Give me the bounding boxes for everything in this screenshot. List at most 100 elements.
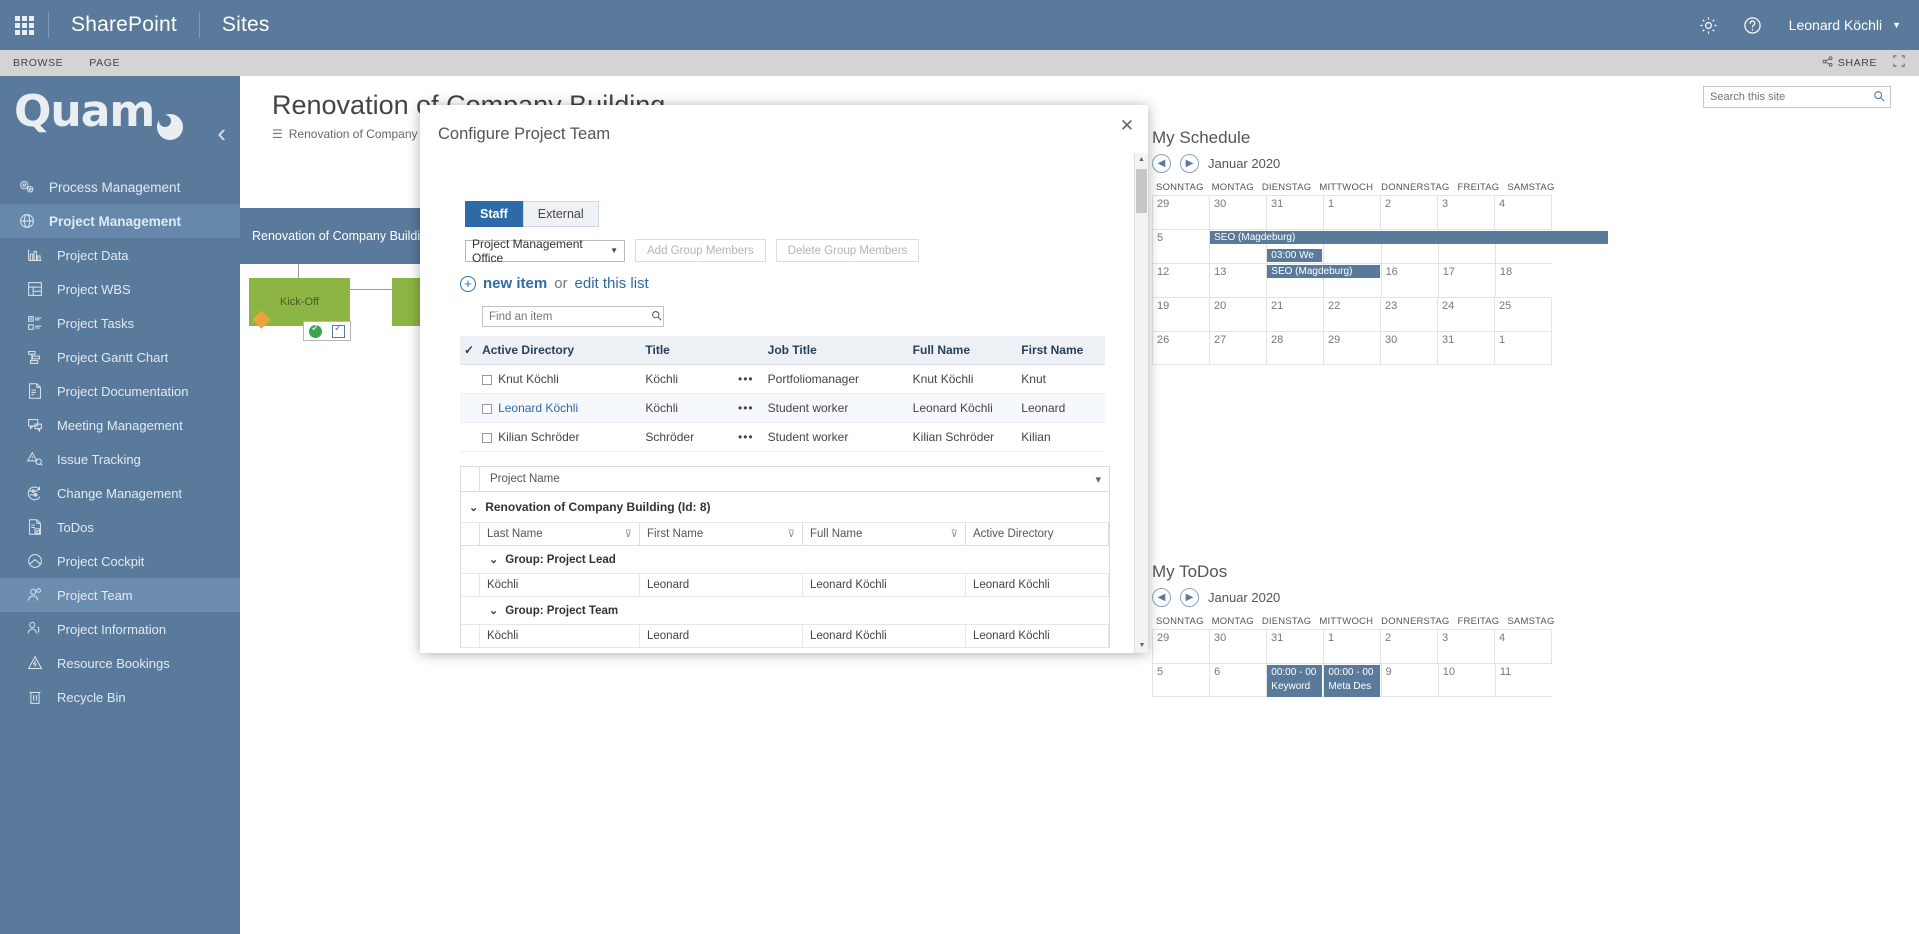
ribbon-tab-browse[interactable]: BROWSE — [0, 57, 76, 69]
calendar-event[interactable]: 00:00 - 00 Keyword — [1267, 665, 1322, 697]
edit-this-list-link[interactable]: edit this list — [575, 275, 649, 292]
sidebar-item-project-tasks[interactable]: Project Tasks — [0, 306, 240, 340]
sidebar-item-project-data[interactable]: Project Data — [0, 238, 240, 272]
sidebar-item-process-management[interactable]: Process Management — [0, 170, 240, 204]
ellipsis-cell[interactable]: ••• — [734, 394, 764, 423]
grid-column-header[interactable]: Active Directory — [966, 523, 1109, 545]
calendar-day-cell[interactable]: 3 — [1437, 195, 1494, 229]
calendar-day-cell[interactable]: 2 — [1380, 195, 1437, 229]
sidebar-item-project-documentation[interactable]: Project Documentation — [0, 374, 240, 408]
grid-data-row[interactable]: KöchliLeonardLeonard KöchliLeonard Köchl… — [461, 625, 1109, 648]
filter-icon[interactable]: ⊽ — [788, 529, 795, 540]
search-icon[interactable] — [649, 310, 663, 324]
calendar-day-cell[interactable]: 12 — [1152, 263, 1209, 297]
scroll-down-icon[interactable]: ▼ — [1135, 639, 1149, 653]
find-item-box[interactable] — [482, 306, 664, 327]
scroll-up-icon[interactable]: ▲ — [1135, 153, 1148, 167]
active-directory-cell[interactable]: Kilian Schröder — [478, 423, 641, 452]
calendar-day-cell[interactable]: 30 — [1209, 195, 1266, 229]
sidebar-item-recycle-bin[interactable]: Recycle Bin — [0, 680, 240, 714]
column-header[interactable]: Full Name — [909, 336, 1018, 365]
calendar-day-cell[interactable]: 31 — [1437, 331, 1494, 365]
sites-link[interactable]: Sites — [200, 0, 292, 50]
sidebar-item-resource-bookings[interactable]: Resource Bookings — [0, 646, 240, 680]
tab-staff[interactable]: Staff — [465, 201, 523, 227]
calendar-event[interactable]: 03:00 We — [1267, 249, 1322, 262]
row-checkbox[interactable] — [482, 375, 492, 385]
sidebar-item-project-gantt-chart[interactable]: Project Gantt Chart — [0, 340, 240, 374]
calendar-day-cell[interactable]: 23 — [1380, 297, 1437, 331]
arrow-right-icon[interactable]: ▶ — [1180, 588, 1199, 607]
active-directory-name[interactable]: Leonard Köchli — [498, 401, 578, 415]
sidebar-item-change-management[interactable]: Change Management — [0, 476, 240, 510]
select-all-checkbox[interactable]: ✓ — [460, 336, 478, 365]
calendar-day-cell[interactable]: 27 — [1209, 331, 1266, 365]
calendar-day-cell[interactable]: 5 — [1152, 663, 1209, 697]
grid-group-header[interactable]: ⌄Group: Project Lead — [461, 546, 1109, 574]
row-checkbox[interactable] — [482, 404, 492, 414]
search-input[interactable] — [1704, 91, 1868, 103]
diagram-header-node[interactable]: Renovation of Company Building — [240, 208, 445, 264]
tab-external[interactable]: External — [523, 201, 599, 227]
calendar-day-cell[interactable]: 4 — [1494, 195, 1552, 229]
calendar-day-cell[interactable]: 4 — [1494, 629, 1552, 663]
sidebar-item-project-management[interactable]: Project Management — [0, 204, 240, 238]
calendar-day-cell[interactable]: 11 — [1495, 663, 1552, 697]
search-icon[interactable] — [1868, 90, 1890, 105]
calendar-day-cell[interactable]: 13 — [1209, 263, 1266, 297]
new-item-link[interactable]: new item — [483, 275, 547, 292]
active-directory-cell[interactable]: Leonard Köchli — [478, 394, 641, 423]
calendar-day-cell[interactable]: 25 — [1494, 297, 1552, 331]
calendar-day-cell[interactable]: 10 — [1438, 663, 1495, 697]
calendar-day-cell[interactable]: 29 — [1323, 331, 1380, 365]
calendar-day-cell[interactable]: 26 — [1152, 331, 1209, 365]
plus-circle-icon[interactable]: + — [460, 276, 476, 292]
filter-icon[interactable]: ⊽ — [625, 529, 632, 540]
delete-group-members-button[interactable]: Delete Group Members — [776, 239, 920, 262]
close-icon[interactable]: ✕ — [1116, 115, 1138, 137]
calendar-day-cell[interactable]: 30 — [1209, 629, 1266, 663]
arrow-left-icon[interactable]: ◀ — [1152, 154, 1171, 173]
brand-logo[interactable]: Quam ‹ — [0, 76, 240, 156]
calendar-day-cell[interactable]: 19 — [1152, 297, 1209, 331]
calendar-day-cell[interactable]: 1 — [1494, 331, 1552, 365]
diagram-status-box[interactable] — [303, 321, 351, 341]
column-header[interactable]: Active Directory — [478, 336, 641, 365]
calendar-day-cell[interactable]: 22 — [1323, 297, 1380, 331]
calendar-day-cell[interactable]: 18 — [1495, 263, 1552, 297]
table-row[interactable]: Leonard KöchliKöchli•••Student workerLeo… — [460, 394, 1105, 423]
column-header[interactable]: Title — [641, 336, 734, 365]
chevron-down-icon[interactable]: ⌄ — [489, 604, 498, 617]
scroll-thumb[interactable] — [1136, 169, 1147, 213]
calendar-day-cell[interactable]: 6 — [1209, 663, 1266, 697]
calendar-event[interactable]: 00:00 - 00 Meta Des — [1324, 665, 1379, 697]
ribbon-tab-page[interactable]: PAGE — [76, 57, 133, 69]
grid-group-header[interactable]: ⌄Group: Project Team — [461, 597, 1109, 625]
sidebar-item-project-wbs[interactable]: Project WBS — [0, 272, 240, 306]
calendar-day-cell[interactable]: 1 — [1323, 195, 1380, 229]
chevron-left-icon[interactable]: ‹ — [217, 120, 226, 146]
app-launcher-icon[interactable] — [0, 0, 48, 50]
share-button[interactable]: SHARE — [1822, 56, 1877, 70]
user-name[interactable]: Leonard Köchli — [1775, 17, 1892, 33]
active-directory-cell[interactable]: Knut Köchli — [478, 365, 641, 394]
calendar-day-cell[interactable]: 24 — [1437, 297, 1494, 331]
table-row[interactable]: Kilian SchröderSchröder•••Student worker… — [460, 423, 1105, 452]
calendar-day-cell[interactable]: 17 — [1438, 263, 1495, 297]
sidebar-item-issue-tracking[interactable]: Issue Tracking — [0, 442, 240, 476]
grid-data-row[interactable]: KöchliLeonardLeonard KöchliLeonard Köchl… — [461, 574, 1109, 597]
calendar-day-cell[interactable]: 5 — [1152, 229, 1209, 263]
grid-column-header[interactable]: Last Name⊽ — [480, 523, 640, 545]
sidebar-item-todos[interactable]: ToDos — [0, 510, 240, 544]
calendar-day-cell[interactable]: 30 — [1380, 331, 1437, 365]
chevron-down-icon[interactable]: ▼ — [1892, 20, 1909, 30]
focus-on-content-icon[interactable] — [1893, 54, 1905, 72]
ellipsis-cell[interactable]: ••• — [734, 365, 764, 394]
add-group-members-button[interactable]: Add Group Members — [635, 239, 766, 262]
active-directory-name[interactable]: Knut Köchli — [498, 372, 559, 386]
table-row[interactable]: Knut KöchliKöchli•••PortfoliomanagerKnut… — [460, 365, 1105, 394]
filter-icon[interactable]: ⊽ — [951, 529, 958, 540]
calendar-day-cell[interactable]: 1 — [1323, 629, 1380, 663]
calendar-event[interactable]: SEO (Magdeburg) — [1267, 265, 1379, 278]
sidebar-item-meeting-management[interactable]: Meeting Management — [0, 408, 240, 442]
